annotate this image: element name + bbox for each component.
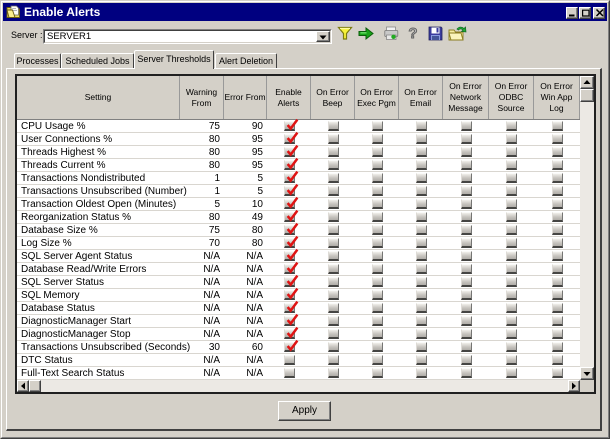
svg-text:?: ? <box>408 25 417 41</box>
